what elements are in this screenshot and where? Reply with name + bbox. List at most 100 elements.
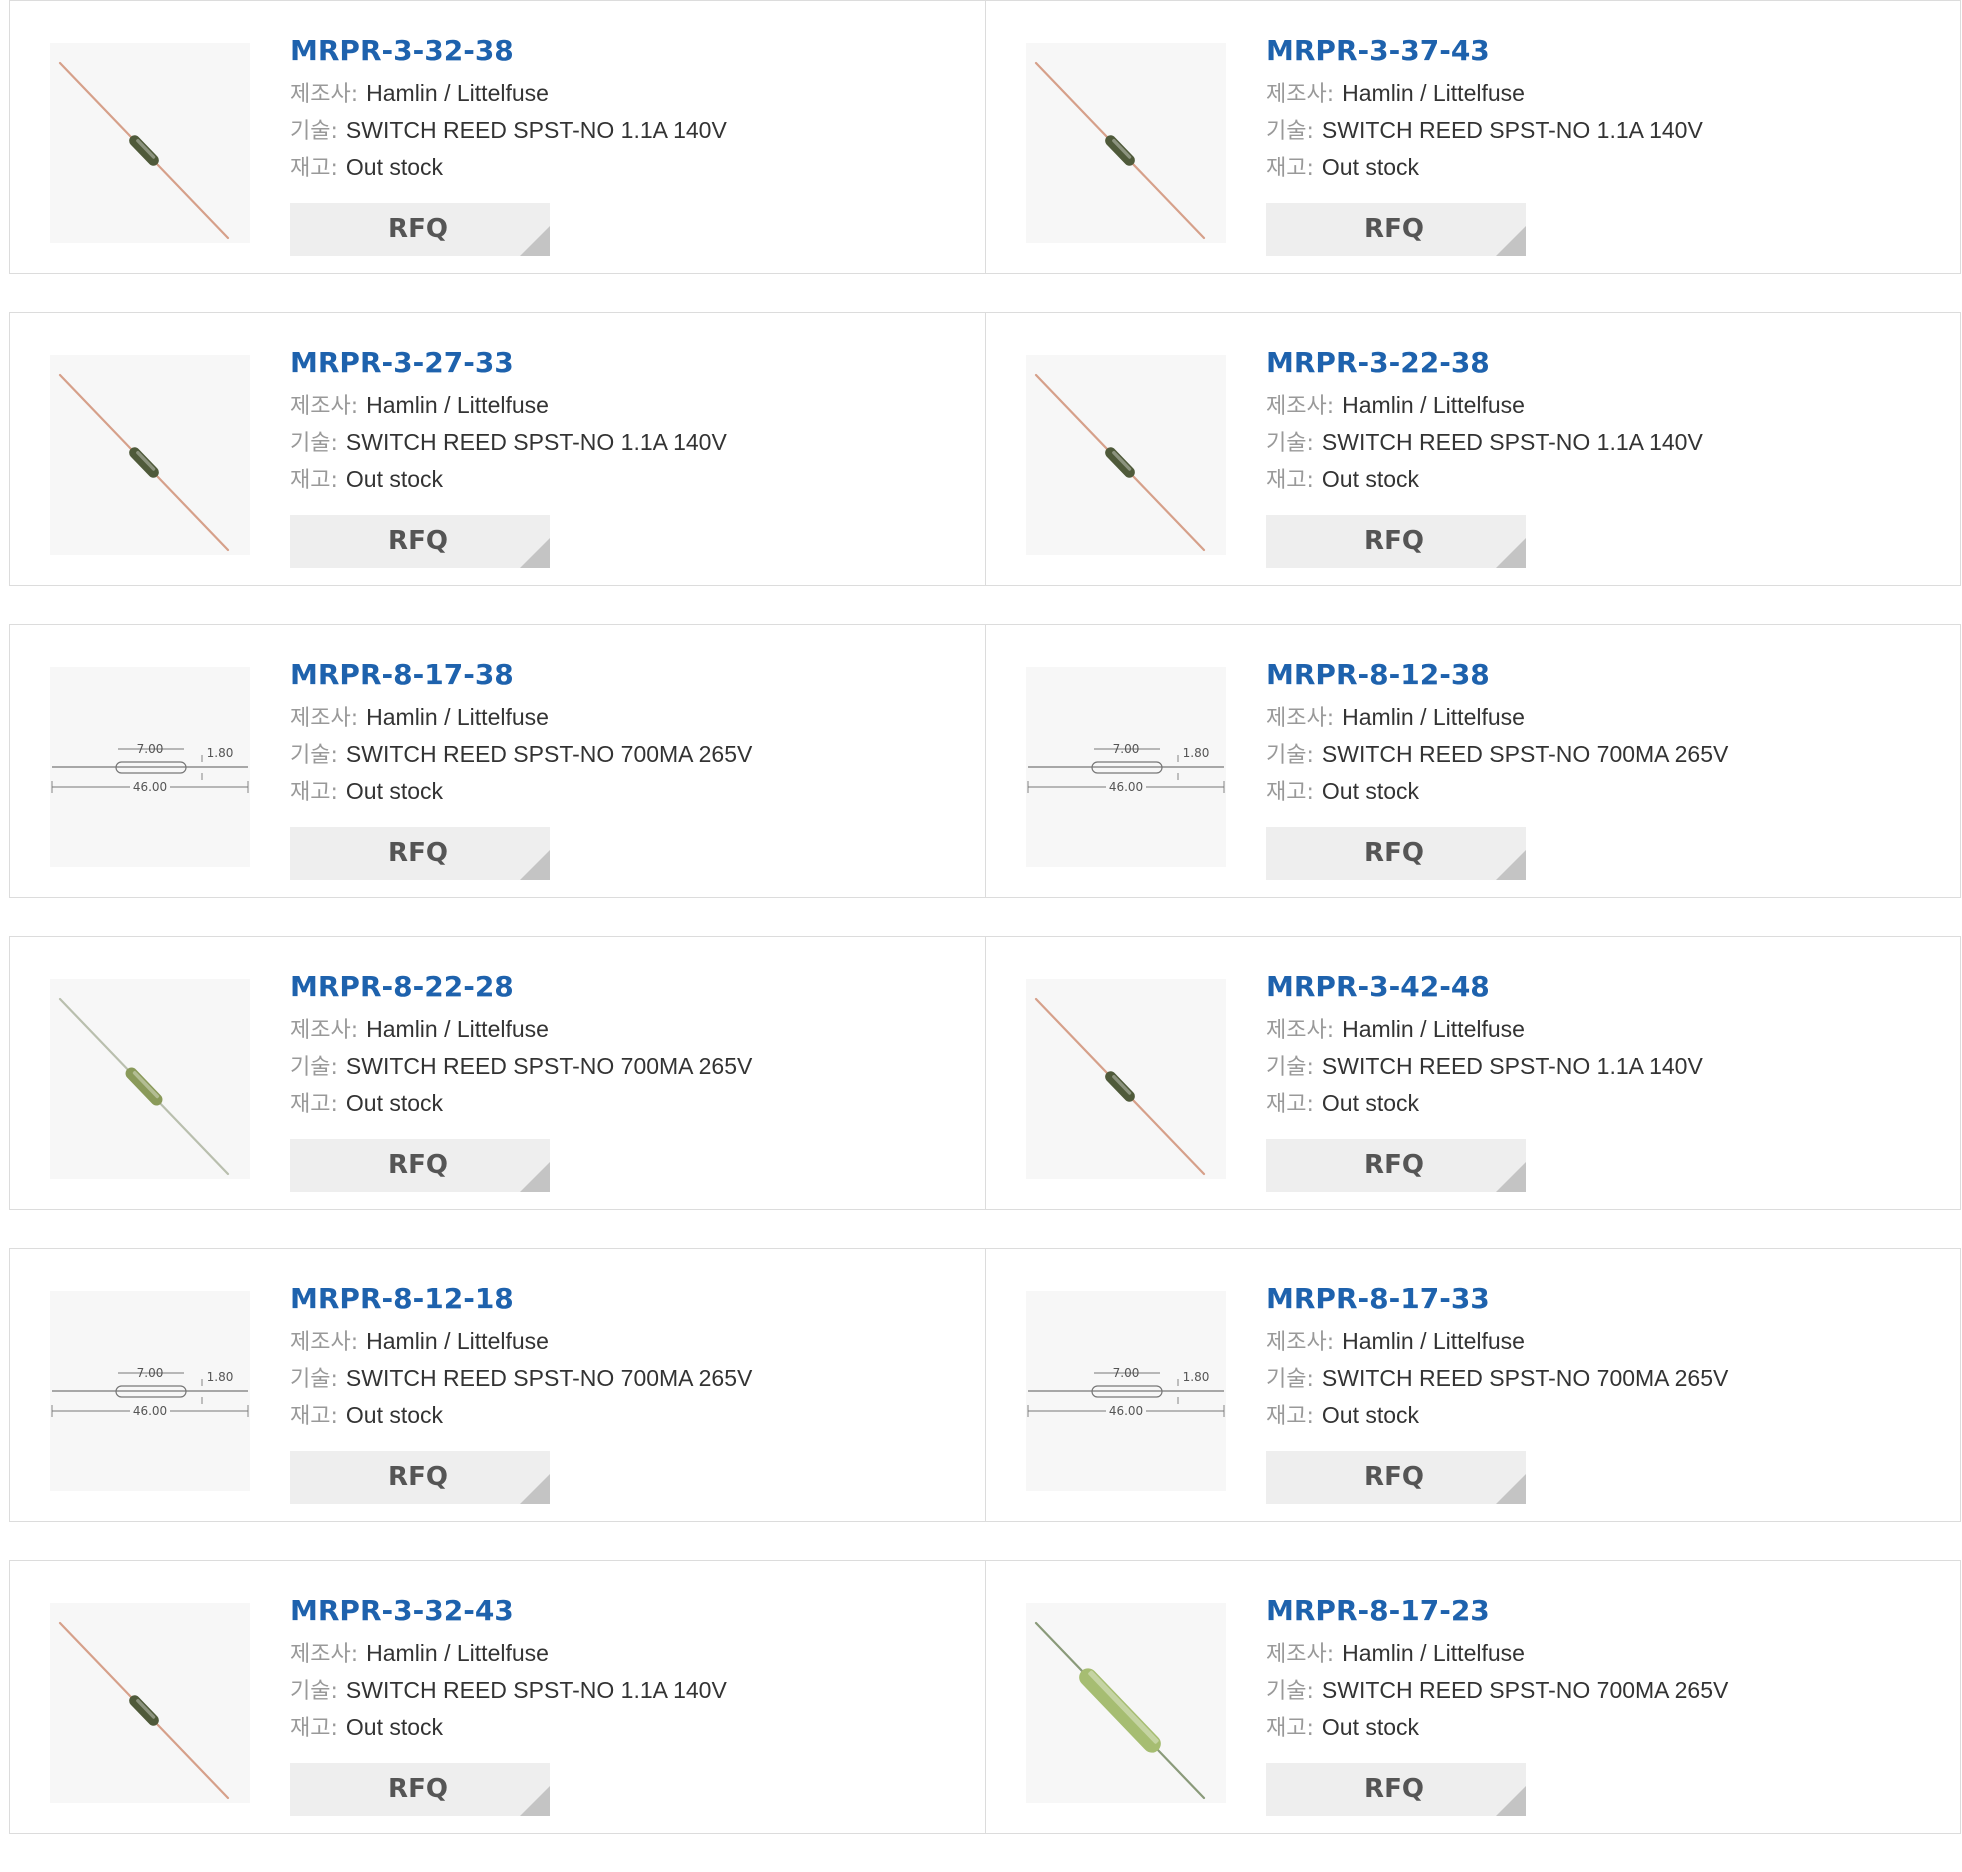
product-card: MRPR-3-32-43 제조사: Hamlin / Littelfuse 기술:…	[9, 1560, 986, 1834]
rfq-button[interactable]: RFQ	[290, 827, 550, 880]
reed-switch-amber-image[interactable]	[1026, 43, 1226, 243]
rfq-label: RFQ	[388, 838, 448, 868]
stock-value: Out stock	[345, 466, 444, 492]
manufacturer-label: 제조사:	[290, 706, 359, 731]
reed-switch-amber-image[interactable]	[1026, 979, 1226, 1179]
stock-value: Out stock	[1321, 466, 1420, 492]
description-label: 기술:	[290, 431, 338, 456]
part-number-link[interactable]: MRPR-8-22-28	[290, 967, 965, 1007]
rfq-button[interactable]: RFQ	[1266, 1139, 1526, 1192]
part-number-link[interactable]: MRPR-8-17-38	[290, 655, 965, 695]
part-number-link[interactable]: MRPR-8-17-33	[1266, 1279, 1940, 1319]
stock-value: Out stock	[1321, 1090, 1420, 1116]
product-card: MRPR-8-22-28 제조사: Hamlin / Littelfuse 기술:…	[9, 936, 986, 1210]
manufacturer-value: Hamlin / Littelfuse	[366, 1016, 549, 1042]
svg-text:7.00: 7.00	[1113, 742, 1140, 756]
manufacturer-label: 제조사:	[1266, 1642, 1335, 1667]
stock-value: Out stock	[345, 1090, 444, 1116]
part-number-link[interactable]: MRPR-3-37-43	[1266, 31, 1940, 71]
rfq-button[interactable]: RFQ	[1266, 827, 1526, 880]
product-card: 7.00 1.80 46.00 MRPR-8-17-33 제조사: Hamlin / …	[985, 1248, 1961, 1522]
reed-switch-amber-image[interactable]	[50, 43, 250, 243]
stock-label: 재고:	[290, 1404, 338, 1429]
product-card: MRPR-3-37-43 제조사: Hamlin / Littelfuse 기술:…	[985, 0, 1961, 274]
rfq-label: RFQ	[1364, 1774, 1424, 1804]
description-label: 기술:	[1266, 119, 1314, 144]
corner-triangle-icon	[520, 1786, 550, 1816]
description-value: SWITCH REED SPST-NO 1.1A 140V	[1321, 429, 1703, 455]
reed-switch-drawing-image[interactable]: 7.00 1.80 46.00	[50, 1291, 250, 1491]
description-value: SWITCH REED SPST-NO 1.1A 140V	[1321, 117, 1703, 143]
description-label: 기술:	[1266, 1679, 1314, 1704]
description-label: 기술:	[290, 1367, 338, 1392]
description-value: SWITCH REED SPST-NO 1.1A 140V	[345, 1677, 727, 1703]
corner-triangle-icon	[1496, 1474, 1526, 1504]
description-label: 기술:	[1266, 431, 1314, 456]
manufacturer-value: Hamlin / Littelfuse	[366, 1328, 549, 1354]
reed-switch-amber-image[interactable]	[50, 355, 250, 555]
stock-label: 재고:	[1266, 780, 1314, 805]
description-value: SWITCH REED SPST-NO 700MA 265V	[1321, 1677, 1729, 1703]
stock-value: Out stock	[345, 778, 444, 804]
svg-text:46.00: 46.00	[1109, 1404, 1143, 1418]
rfq-label: RFQ	[1364, 214, 1424, 244]
rfq-button[interactable]: RFQ	[290, 1451, 550, 1504]
part-number-link[interactable]: MRPR-3-42-48	[1266, 967, 1940, 1007]
description-value: SWITCH REED SPST-NO 1.1A 140V	[345, 429, 727, 455]
part-number-link[interactable]: MRPR-3-22-38	[1266, 343, 1940, 383]
rfq-button[interactable]: RFQ	[1266, 1763, 1526, 1816]
corner-triangle-icon	[1496, 1786, 1526, 1816]
reed-switch-drawing-image[interactable]: 7.00 1.80 46.00	[1026, 1291, 1226, 1491]
part-number-link[interactable]: MRPR-8-12-38	[1266, 655, 1940, 695]
reed-switch-green-image[interactable]	[1026, 1603, 1226, 1803]
svg-text:1.80: 1.80	[1183, 746, 1210, 760]
corner-triangle-icon	[520, 226, 550, 256]
rfq-button[interactable]: RFQ	[1266, 515, 1526, 568]
product-card: MRPR-3-32-38 제조사: Hamlin / Littelfuse 기술:…	[9, 0, 986, 274]
reed-switch-drawing-image[interactable]: 7.00 1.80 46.00	[1026, 667, 1226, 867]
product-card: 7.00 1.80 46.00 MRPR-8-17-38 제조사: Hamlin / …	[9, 624, 986, 898]
part-number-link[interactable]: MRPR-3-27-33	[290, 343, 965, 383]
corner-triangle-icon	[520, 538, 550, 568]
svg-text:46.00: 46.00	[133, 780, 167, 794]
rfq-button[interactable]: RFQ	[290, 203, 550, 256]
description-value: SWITCH REED SPST-NO 700MA 265V	[1321, 741, 1729, 767]
rfq-label: RFQ	[1364, 526, 1424, 556]
part-number-link[interactable]: MRPR-3-32-38	[290, 31, 965, 71]
rfq-label: RFQ	[1364, 838, 1424, 868]
stock-value: Out stock	[1321, 1402, 1420, 1428]
reed-switch-drawing-image[interactable]: 7.00 1.80 46.00	[50, 667, 250, 867]
manufacturer-label: 제조사:	[290, 1642, 359, 1667]
product-grid: MRPR-3-32-38 제조사: Hamlin / Littelfuse 기술:…	[9, 0, 1962, 1872]
rfq-button[interactable]: RFQ	[290, 515, 550, 568]
manufacturer-label: 제조사:	[1266, 706, 1335, 731]
rfq-label: RFQ	[1364, 1462, 1424, 1492]
manufacturer-label: 제조사:	[290, 82, 359, 107]
corner-triangle-icon	[1496, 850, 1526, 880]
stock-label: 재고:	[290, 156, 338, 181]
svg-text:7.00: 7.00	[1113, 1366, 1140, 1380]
rfq-button[interactable]: RFQ	[290, 1763, 550, 1816]
part-number-link[interactable]: MRPR-8-12-18	[290, 1279, 965, 1319]
rfq-button[interactable]: RFQ	[1266, 1451, 1526, 1504]
part-number-link[interactable]: MRPR-8-17-23	[1266, 1591, 1940, 1631]
reed-switch-amber-image[interactable]	[50, 1603, 250, 1803]
manufacturer-value: Hamlin / Littelfuse	[366, 1640, 549, 1666]
stock-value: Out stock	[1321, 778, 1420, 804]
reed-switch-amber-image[interactable]	[1026, 355, 1226, 555]
stock-value: Out stock	[1321, 154, 1420, 180]
rfq-button[interactable]: RFQ	[1266, 203, 1526, 256]
reed-switch-clear-image[interactable]	[50, 979, 250, 1179]
rfq-label: RFQ	[388, 1150, 448, 1180]
product-card: 7.00 1.80 46.00 MRPR-8-12-38 제조사: Hamlin / …	[985, 624, 1961, 898]
stock-value: Out stock	[345, 154, 444, 180]
product-card: 7.00 1.80 46.00 MRPR-8-12-18 제조사: Hamlin / …	[9, 1248, 986, 1522]
rfq-label: RFQ	[388, 1462, 448, 1492]
product-row: 7.00 1.80 46.00 MRPR-8-17-38 제조사: Hamlin / …	[9, 624, 1962, 898]
manufacturer-label: 제조사:	[1266, 394, 1335, 419]
part-number-link[interactable]: MRPR-3-32-43	[290, 1591, 965, 1631]
stock-value: Out stock	[1321, 1714, 1420, 1740]
rfq-button[interactable]: RFQ	[290, 1139, 550, 1192]
stock-label: 재고:	[1266, 1092, 1314, 1117]
stock-label: 재고:	[290, 468, 338, 493]
